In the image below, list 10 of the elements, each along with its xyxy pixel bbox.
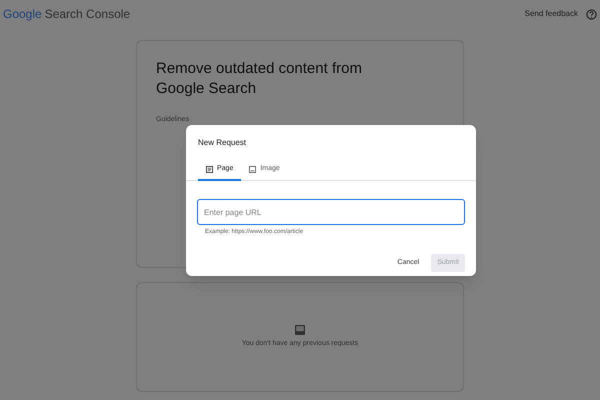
- url-input-field[interactable]: Enter page URL: [197, 199, 465, 225]
- inbox-icon: [295, 324, 305, 335]
- product-name: Search Console: [44, 6, 130, 23]
- dialog-title: New Request: [197, 137, 248, 149]
- image-icon: [249, 166, 256, 172]
- send-feedback-link[interactable]: Send feedback: [524, 8, 578, 20]
- document-icon: [206, 166, 213, 172]
- card-title: Remove outdated content from Google Search: [156, 59, 363, 99]
- help-icon[interactable]: [586, 8, 597, 20]
- logo: Google: [3, 6, 42, 23]
